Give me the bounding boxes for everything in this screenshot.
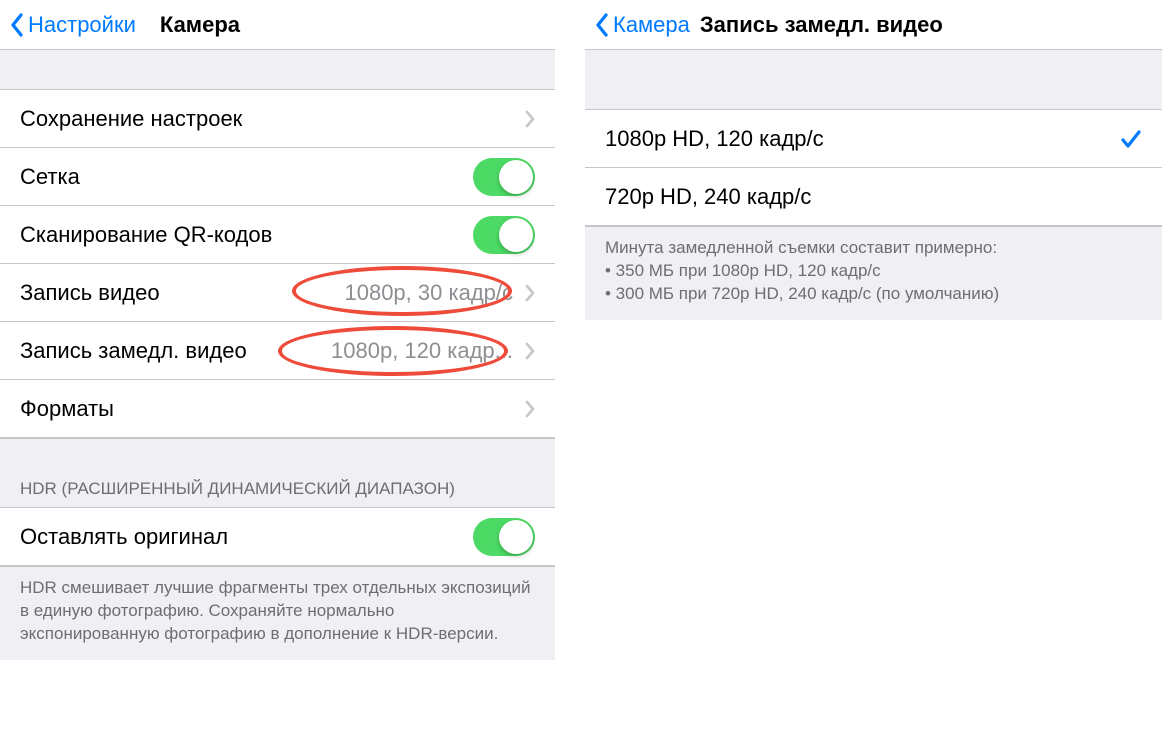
option-1080p-120[interactable]: 1080p HD, 120 кадр/с [585,110,1162,168]
footer-line: • 350 МБ при 1080p HD, 120 кадр/с [605,260,1142,283]
option-label: 1080p HD, 120 кадр/с [605,126,824,152]
row-label: Запись замедл. видео [20,338,247,364]
back-button[interactable]: Настройки [10,12,136,38]
page-title: Камера [160,12,240,38]
hdr-footer: HDR смешивает лучшие фрагменты трех отде… [0,566,555,660]
checkmark-icon [1120,128,1142,150]
row-keep-original: Оставлять оригинал [0,508,555,566]
row-save-settings[interactable]: Сохранение настроек [0,90,555,148]
qr-toggle[interactable] [473,216,535,254]
chevron-right-icon [525,342,535,360]
option-720p-240[interactable]: 720p HD, 240 кадр/с [585,168,1162,226]
back-label: Настройки [28,12,136,38]
row-label: Сохранение настроек [20,106,242,132]
chevron-left-icon [10,13,24,37]
row-value: 1080p, 30 кадр/с [344,280,513,306]
footer-line: Минута замедленной съемки составит приме… [605,237,1142,260]
camera-settings-pane: Настройки Камера Сохранение настроек Сет… [0,0,555,750]
row-formats[interactable]: Форматы [0,380,555,438]
row-record-slomo[interactable]: Запись замедл. видео 1080p, 120 кадр... [0,322,555,380]
row-qr-scan: Сканирование QR-кодов [0,206,555,264]
back-button[interactable]: Камера [595,12,690,38]
chevron-right-icon [525,284,535,302]
row-grid: Сетка [0,148,555,206]
row-label: Сетка [20,164,80,190]
row-label: Сканирование QR-кодов [20,222,272,248]
slomo-settings-pane: Камера Запись замедл. видео 1080p HD, 12… [585,0,1162,750]
section-gap [0,50,555,90]
page-title: Запись замедл. видео [700,12,943,38]
slomo-footer: Минута замедленной съемки составит приме… [585,226,1162,320]
section-gap [585,50,1162,110]
row-value: 1080p, 120 кадр... [331,338,513,364]
row-record-video[interactable]: Запись видео 1080p, 30 кадр/с [0,264,555,322]
nav-header: Настройки Камера [0,0,555,50]
option-label: 720p HD, 240 кадр/с [605,184,811,210]
back-label: Камера [613,12,690,38]
row-label: Оставлять оригинал [20,524,228,550]
row-label: Запись видео [20,280,160,306]
chevron-right-icon [525,400,535,418]
grid-toggle[interactable] [473,158,535,196]
hdr-section-header: HDR (РАСШИРЕННЫЙ ДИНАМИЧЕСКИЙ ДИАПАЗОН) [0,438,555,508]
row-label: Форматы [20,396,114,422]
nav-header: Камера Запись замедл. видео [585,0,1162,50]
keep-original-toggle[interactable] [473,518,535,556]
chevron-right-icon [525,110,535,128]
chevron-left-icon [595,13,609,37]
footer-line: • 300 МБ при 720p HD, 240 кадр/с (по умо… [605,283,1142,306]
